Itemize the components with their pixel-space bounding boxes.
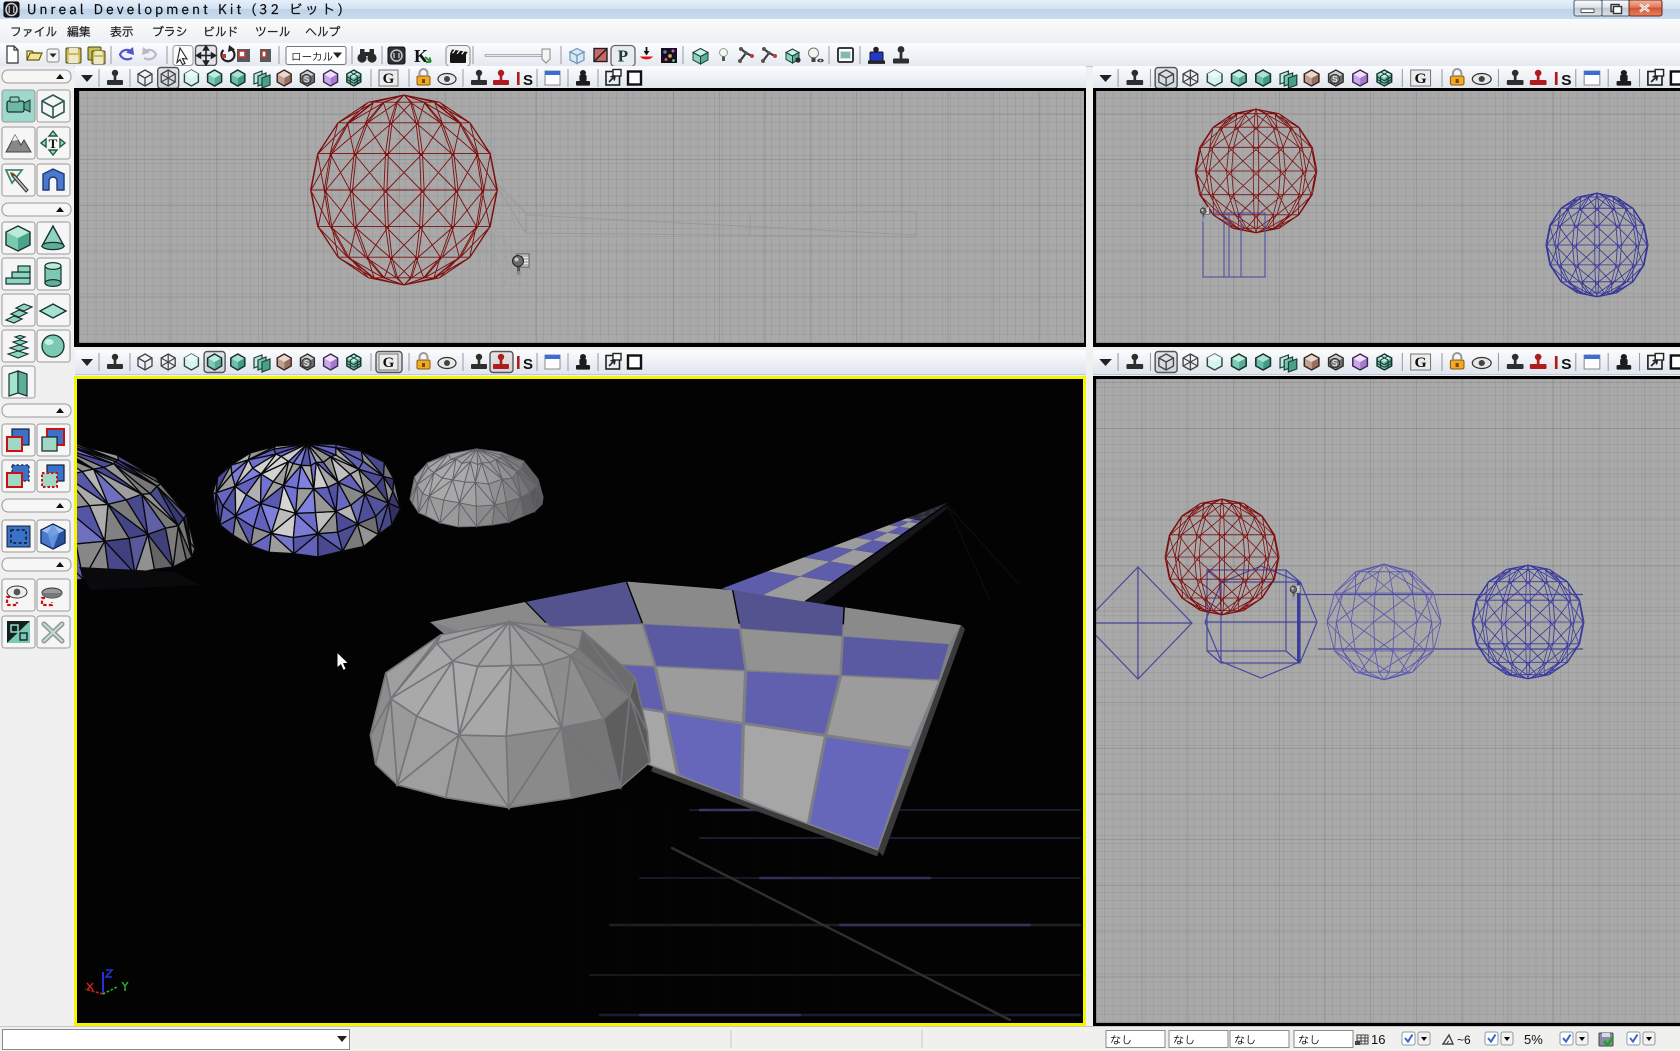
svg-text:S: S — [1332, 75, 1338, 84]
svg-text:T: T — [49, 136, 58, 151]
svg-text:S: S — [304, 75, 309, 84]
svg-text:G: G — [383, 71, 395, 87]
svg-text:P: P — [618, 47, 628, 66]
svg-text:S: S — [1561, 72, 1571, 89]
svg-text:K: K — [414, 46, 428, 66]
svg-text:S: S — [304, 359, 309, 368]
svg-text:S: S — [523, 72, 533, 89]
svg-text:G: G — [383, 355, 395, 371]
svg-text:~6: ~6 — [1457, 1033, 1471, 1047]
svg-text:16: 16 — [1371, 1032, 1385, 1047]
svg-text:S: S — [523, 356, 533, 373]
svg-text:S: S — [1332, 359, 1338, 368]
svg-text:5%: 5% — [1524, 1032, 1543, 1047]
svg-text:G: G — [1415, 70, 1427, 87]
svg-text:G: G — [1415, 354, 1427, 371]
svg-text:S: S — [1561, 356, 1571, 373]
